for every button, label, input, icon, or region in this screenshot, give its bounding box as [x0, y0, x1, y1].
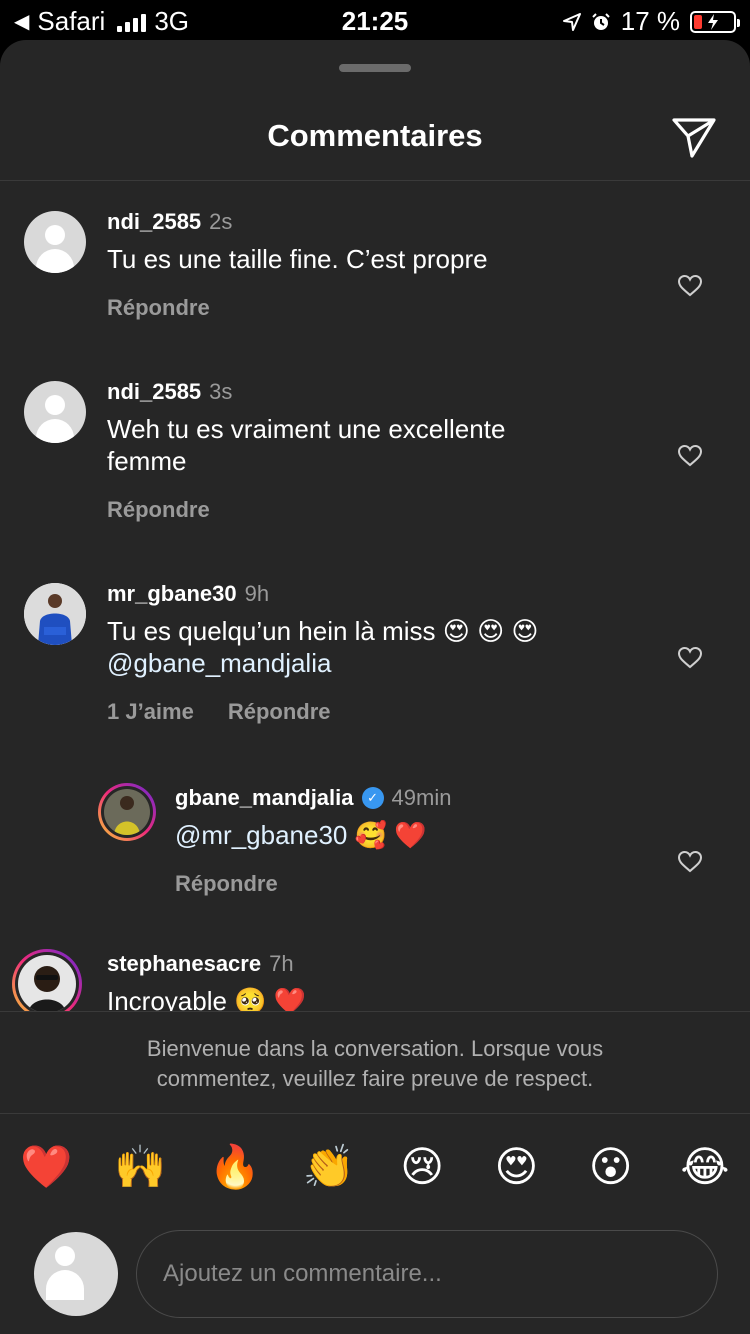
verified-badge-icon: ✓	[361, 787, 384, 809]
comment-text-line: Tu es quelqu’un hein là miss 😍 😍 😍	[107, 616, 539, 646]
emoji-heart-eyes-button[interactable]: 😍	[491, 1142, 541, 1192]
page-title: Commentaires	[267, 118, 483, 153]
comment-text: Tu es une taille fine. C’est propre	[107, 244, 488, 274]
status-right: 17 %	[562, 6, 740, 37]
avatar[interactable]	[12, 949, 82, 1011]
reply-button[interactable]: Répondre	[228, 699, 331, 725]
avatar[interactable]	[98, 783, 156, 841]
comment-header: mr_gbane30 9h	[107, 581, 269, 607]
alarm-icon	[592, 12, 610, 30]
comment-input[interactable]	[136, 1230, 718, 1318]
heart-icon[interactable]	[678, 275, 702, 297]
comment-text: Tu es quelqu’un hein là miss 😍 😍 😍 @gban…	[107, 615, 539, 679]
comment-header: stephanesacre 7h	[107, 951, 294, 977]
comment-actions: Répondre	[175, 871, 278, 897]
heart-icon[interactable]	[678, 851, 702, 873]
avatar[interactable]	[24, 211, 86, 273]
comment-actions: Répondre	[107, 295, 210, 321]
comment-text: Weh tu es vraiment une excellente femme	[107, 413, 505, 477]
emoji-crying-button[interactable]: 😢	[397, 1142, 447, 1192]
comment-text: @mr_gbane30 🥰 ❤️	[175, 819, 427, 851]
welcome-message: Bienvenue dans la conversation. Lorsque …	[0, 1034, 750, 1094]
comment-time: 49min	[391, 785, 452, 810]
comment-item: mr_gbane30 9h Tu es quelqu’un hein là mi…	[0, 553, 750, 755]
comment-item: stephanesacre 7h Incroyable 🥺 ❤️	[0, 927, 750, 1011]
reply-button[interactable]: Répondre	[107, 497, 210, 523]
emoji-fire-button[interactable]: 🔥	[209, 1142, 261, 1192]
comment-username[interactable]: gbane_mandjalia	[175, 785, 354, 811]
comment-time: 9h	[244, 581, 270, 606]
comment-username[interactable]: mr_gbane30	[107, 581, 237, 607]
reply-item: gbane_mandjalia ✓ 49min @mr_gbane30 🥰 ❤️…	[0, 755, 750, 927]
welcome-divider	[0, 1011, 750, 1012]
sheet-grabber[interactable]	[339, 64, 411, 72]
location-icon	[562, 12, 581, 31]
comment-text-emoji: 🥰 ❤️	[347, 820, 427, 850]
comment-actions: 1 J’aime Répondre	[107, 699, 331, 725]
battery-icon	[690, 10, 740, 33]
comment-time: 3s	[209, 379, 233, 404]
avatar[interactable]	[24, 381, 86, 443]
comments-sheet: Commentaires ndi_2585 2s Tu es une taill…	[0, 40, 750, 1334]
comment-time: 7h	[269, 951, 294, 976]
emoji-surprised-button[interactable]: 😮	[586, 1142, 636, 1192]
welcome-line: Bienvenue dans la conversation. Lorsque …	[146, 1036, 604, 1061]
comment-username[interactable]: ndi_2585	[107, 379, 201, 405]
comment-text-line: Weh tu es vraiment une excellente	[107, 414, 506, 444]
comment-time: 2s	[209, 209, 233, 234]
comment-item: ndi_2585 3s Weh tu es vraiment une excel…	[0, 351, 750, 553]
comment-actions: Répondre	[107, 497, 210, 523]
comment-mention[interactable]: @gbane_mandjalia	[107, 647, 539, 679]
reply-button[interactable]: Répondre	[175, 871, 278, 897]
heart-icon[interactable]	[678, 647, 702, 669]
emoji-laughing-button[interactable]: 😂	[680, 1142, 730, 1192]
battery-percent: 17 %	[620, 6, 680, 36]
comment-header: ndi_2585 2s	[107, 209, 232, 235]
comment-text: Incroyable 🥺 ❤️	[107, 986, 307, 1011]
comment-header: gbane_mandjalia ✓ 49min	[175, 785, 451, 811]
emoji-raised-hands-button[interactable]: 🙌	[114, 1142, 166, 1192]
current-user-avatar[interactable]	[34, 1232, 118, 1316]
emoji-divider	[0, 1113, 750, 1114]
heart-icon[interactable]	[678, 445, 702, 467]
comment-mention[interactable]: @mr_gbane30	[175, 820, 347, 850]
reply-button[interactable]: Répondre	[107, 295, 210, 321]
status-bar: ◀ Safari 3G 21:25 17 %	[0, 0, 750, 40]
paper-plane-icon[interactable]	[670, 112, 718, 160]
emoji-clap-button[interactable]: 👏	[303, 1142, 355, 1192]
comment-header: ndi_2585 3s	[107, 379, 232, 405]
comment-text-line: femme	[107, 446, 187, 476]
emoji-heart-button[interactable]: ❤️	[20, 1142, 72, 1192]
comment-username[interactable]: ndi_2585	[107, 209, 201, 235]
quick-emoji-bar: ❤️ 🙌 🔥 👏 😢 😍 😮 😂	[20, 1142, 730, 1192]
welcome-line: commentez, veuillez faire preuve de resp…	[156, 1066, 594, 1091]
comment-username[interactable]: stephanesacre	[107, 951, 261, 977]
comment-item: ndi_2585 2s Tu es une taille fine. C’est…	[0, 181, 750, 351]
comments-list[interactable]: ndi_2585 2s Tu es une taille fine. C’est…	[0, 181, 750, 1011]
likes-count[interactable]: 1 J’aime	[107, 699, 194, 725]
avatar[interactable]	[24, 583, 86, 645]
